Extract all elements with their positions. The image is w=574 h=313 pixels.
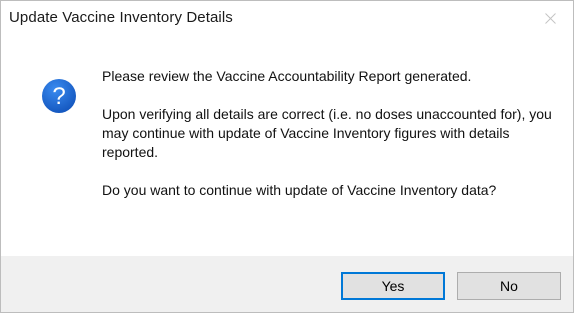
message-text: Please review the Vaccine Accountability…: [102, 67, 557, 200]
button-bar: Yes No: [1, 256, 573, 312]
title-bar[interactable]: Update Vaccine Inventory Details: [1, 1, 573, 35]
message-dialog: Update Vaccine Inventory Details ? Pleas…: [0, 0, 574, 313]
close-button[interactable]: [527, 1, 573, 35]
close-icon: [545, 13, 556, 24]
question-icon: ?: [41, 78, 77, 114]
dialog-content: ? Please review the Vaccine Accountabili…: [1, 35, 573, 256]
window-title: Update Vaccine Inventory Details: [9, 9, 233, 26]
yes-button[interactable]: Yes: [341, 272, 445, 300]
message-line-confirm: Do you want to continue with update of V…: [102, 182, 497, 198]
no-button[interactable]: No: [457, 272, 561, 300]
message-line-verify: Upon verifying all details are correct (…: [102, 106, 552, 160]
message-line-review: Please review the Vaccine Accountability…: [102, 68, 472, 84]
svg-text:?: ?: [52, 83, 65, 110]
